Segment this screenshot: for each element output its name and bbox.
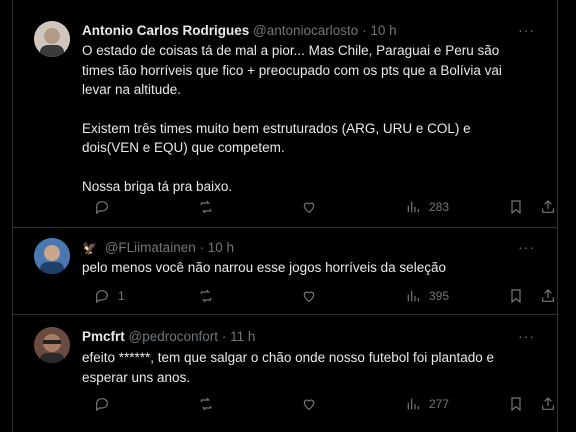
share-icon [542, 289, 554, 302]
tweet-paragraph: pelo menos você não narrou esse jogos ho… [82, 260, 446, 275]
views-button[interactable]: 283 [405, 197, 449, 217]
tweet[interactable]: Pmcfrt @pedroconfort · 11 h ··· efeito *… [13, 315, 557, 432]
reply-icon [96, 290, 108, 304]
author-handle[interactable]: @antoniocarlosto [253, 23, 358, 38]
reply-button[interactable] [94, 394, 118, 414]
views-count: 277 [429, 397, 450, 411]
bookmark-icon [511, 200, 521, 215]
retweet-icon [200, 397, 212, 411]
more-options-icon[interactable]: ··· [518, 239, 535, 255]
views-icon [407, 398, 419, 410]
like-icon [303, 202, 315, 214]
reply-icon [96, 398, 108, 412]
like-button[interactable] [301, 286, 317, 306]
author-handle[interactable]: @FLiimatainen [105, 240, 196, 255]
tweet-text: pelo menos você não narrou esse jogos ho… [82, 258, 522, 278]
share-button[interactable] [540, 197, 556, 217]
avatar[interactable] [34, 327, 70, 363]
share-icon [542, 200, 554, 213]
like-button[interactable] [301, 197, 317, 217]
views-button[interactable]: 277 [405, 394, 449, 414]
author-handle[interactable]: @pedroconfort [129, 329, 219, 344]
views-icon [407, 201, 419, 213]
reply-count: 1 [118, 289, 125, 303]
like-icon [303, 399, 315, 411]
views-button[interactable]: 395 [405, 286, 449, 306]
like-icon [303, 291, 315, 303]
tweet-paragraph: efeito ******, tem que salgar o chão ond… [82, 350, 495, 385]
views-icon [407, 290, 419, 302]
separator-dot: · [199, 240, 204, 255]
avatar[interactable] [34, 238, 70, 274]
share-icon [542, 397, 554, 410]
share-button[interactable] [540, 394, 556, 414]
more-options-icon[interactable]: ··· [518, 328, 535, 344]
author-name[interactable]: Antonio Carlos Rodrigues [82, 23, 249, 38]
retweet-icon [200, 289, 212, 303]
author-name[interactable]: Pmcfrt [82, 329, 125, 344]
reply-button[interactable]: 1 [94, 286, 125, 306]
tweet-text: O estado de coisas tá de mal a pior... M… [82, 41, 522, 196]
more-options-icon[interactable]: ··· [518, 22, 535, 38]
timestamp[interactable]: 10 h [370, 23, 396, 38]
tweet-paragraph: Nossa briga tá pra baixo. [82, 178, 233, 194]
retweet-icon [200, 200, 212, 214]
bookmark-icon [511, 289, 521, 304]
eagle-emoji-icon: 🦅 [82, 241, 97, 255]
timeline-feed: Antonio Carlos Rodrigues @antoniocarlost… [12, 0, 558, 432]
timestamp[interactable]: 10 h [208, 240, 234, 255]
retweet-button[interactable] [198, 394, 214, 414]
separator-dot: · [221, 329, 227, 344]
views-count: 395 [429, 289, 450, 303]
tweet-actions: 277 [82, 394, 554, 414]
retweet-button[interactable] [198, 286, 214, 306]
avatar[interactable] [34, 21, 70, 57]
tweet[interactable]: 🦅 @FLiimatainen · 10 h ··· pelo menos vo… [13, 228, 557, 315]
tweet-paragraph: Existem três times muito bem estruturado… [82, 120, 471, 156]
reply-icon [96, 201, 108, 215]
tweet[interactable]: Antonio Carlos Rodrigues @antoniocarlost… [13, 0, 557, 228]
retweet-button[interactable] [198, 197, 214, 217]
tweet-text: efeito ******, tem que salgar o chão ond… [82, 348, 522, 387]
bookmark-button[interactable] [508, 197, 524, 217]
timestamp[interactable]: 11 h [230, 329, 255, 344]
tweet-paragraph: O estado de coisas tá de mal a pior... M… [82, 43, 502, 97]
bookmark-icon [511, 397, 521, 412]
separator-dot: · [362, 23, 367, 38]
tweet-actions: 283 [82, 197, 554, 217]
like-button[interactable] [301, 394, 317, 414]
tweet-actions: 1 395 [82, 286, 554, 306]
views-count: 283 [429, 200, 450, 214]
bookmark-button[interactable] [508, 286, 524, 306]
bookmark-button[interactable] [508, 394, 524, 414]
share-button[interactable] [540, 286, 556, 306]
reply-button[interactable] [94, 197, 118, 217]
